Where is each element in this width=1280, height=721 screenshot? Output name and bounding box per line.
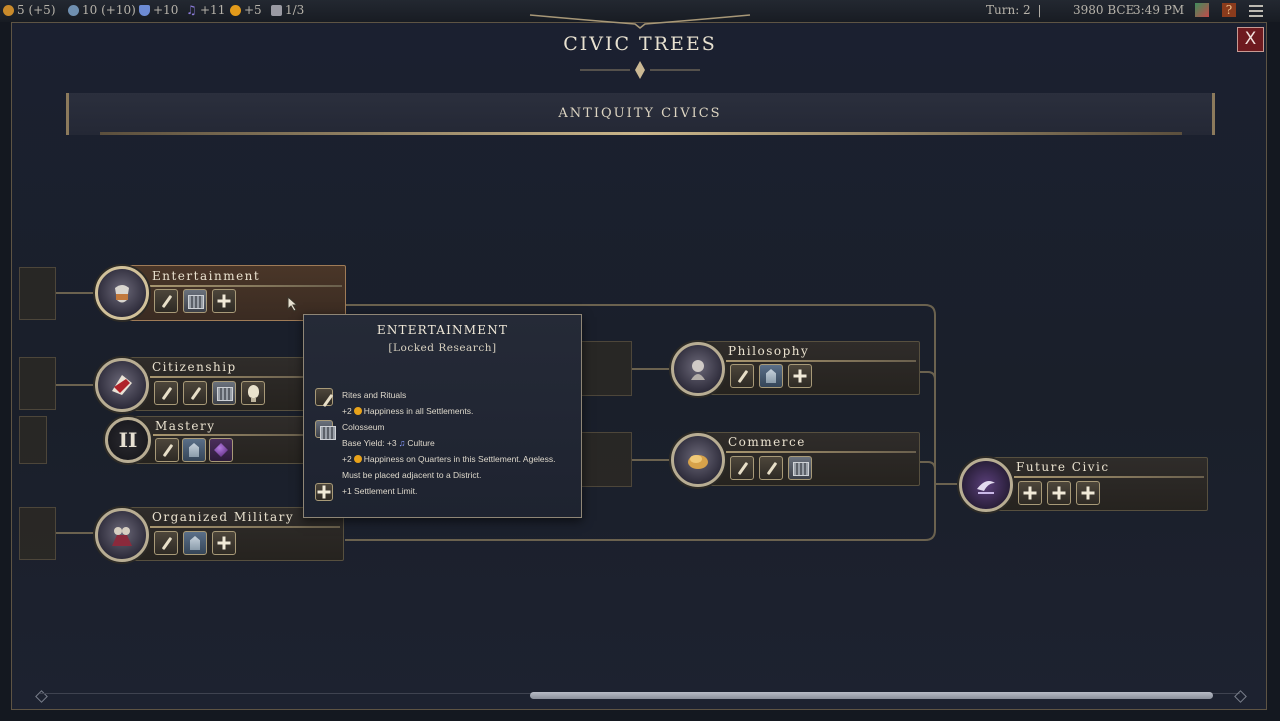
tradition-icon xyxy=(315,388,333,406)
node-title: Philosophy xyxy=(728,344,810,358)
gem-icon[interactable] xyxy=(209,438,233,462)
plus-icon[interactable] xyxy=(212,531,236,555)
mask-icon xyxy=(115,285,129,303)
building-effect: +2 Happiness on Quarters in this Settleme… xyxy=(342,454,556,464)
wonder-icon[interactable] xyxy=(759,364,783,388)
happiness-icon xyxy=(353,455,362,463)
wonder-icon[interactable] xyxy=(182,438,206,462)
node-title: Entertainment xyxy=(152,269,261,283)
banner-icon xyxy=(112,375,132,395)
wonder-icon[interactable] xyxy=(183,531,207,555)
building-icon[interactable] xyxy=(183,289,207,313)
node-divider xyxy=(1014,476,1204,478)
node-divider xyxy=(150,285,342,287)
tradition-icon[interactable] xyxy=(730,456,754,480)
happiness-icon xyxy=(353,407,362,415)
tradition-icon[interactable] xyxy=(154,289,178,313)
organized-military-emblem[interactable] xyxy=(95,508,149,562)
tooltip-title: ENTERTAINMENT xyxy=(376,323,509,337)
node-title: Organized Military xyxy=(152,510,295,524)
plus-icon xyxy=(315,483,333,501)
node-title: Mastery xyxy=(155,419,216,433)
tradition-icon[interactable] xyxy=(154,381,178,405)
building-icon[interactable] xyxy=(212,381,236,405)
node-divider xyxy=(150,526,340,528)
node-title: Future Civic xyxy=(1016,460,1110,474)
future-civic-emblem[interactable] xyxy=(959,458,1013,512)
node-title: Citizenship xyxy=(152,360,237,374)
node-divider xyxy=(153,434,303,436)
bulb-icon[interactable] xyxy=(241,381,265,405)
node-divider xyxy=(726,360,916,362)
tradition-icon[interactable] xyxy=(730,364,754,388)
plus-icon[interactable] xyxy=(212,289,236,313)
tradition-effect: +2 Happiness in all Settlements. xyxy=(342,406,474,416)
node-divider xyxy=(150,376,305,378)
horizontal-scroll-thumb[interactable] xyxy=(530,692,1213,699)
node-divider xyxy=(726,451,916,453)
mastery-emblem[interactable]: II xyxy=(105,417,151,463)
bonus-effect: +1 Settlement Limit. xyxy=(342,486,418,496)
plus-icon[interactable] xyxy=(1076,481,1100,505)
coins-icon xyxy=(688,455,708,469)
mastery-numeral: II xyxy=(118,428,138,452)
building-icon xyxy=(315,420,336,440)
plus-icon[interactable] xyxy=(1018,481,1042,505)
building-icon[interactable] xyxy=(788,456,812,480)
building-name: Colosseum xyxy=(342,422,385,432)
plus-icon[interactable] xyxy=(788,364,812,388)
philosopher-icon xyxy=(691,360,705,380)
mouse-cursor-icon xyxy=(287,296,299,312)
commerce-emblem[interactable] xyxy=(671,433,725,487)
tradition-icon[interactable] xyxy=(154,531,178,555)
soldiers-icon xyxy=(112,527,132,546)
philosophy-emblem[interactable] xyxy=(671,342,725,396)
building-requirement: Must be placed adjacent to a District. xyxy=(342,470,482,480)
tradition-name: Rites and Rituals xyxy=(342,390,407,400)
tooltip-status: [Locked Research] xyxy=(388,342,497,354)
entertainment-emblem[interactable] xyxy=(95,266,149,320)
node-title: Commerce xyxy=(728,435,806,449)
plus-icon[interactable] xyxy=(1047,481,1071,505)
tradition-icon[interactable] xyxy=(155,438,179,462)
culture-icon: ♫ xyxy=(398,438,406,448)
building-yield: Base Yield: +3 ♫ Culture xyxy=(342,438,435,448)
citizenship-emblem[interactable] xyxy=(95,358,149,412)
tradition-icon[interactable] xyxy=(183,381,207,405)
civic-tooltip: ENTERTAINMENT [Locked Research] Rites an… xyxy=(303,314,582,518)
future-icon xyxy=(977,481,995,494)
tradition-icon[interactable] xyxy=(759,456,783,480)
